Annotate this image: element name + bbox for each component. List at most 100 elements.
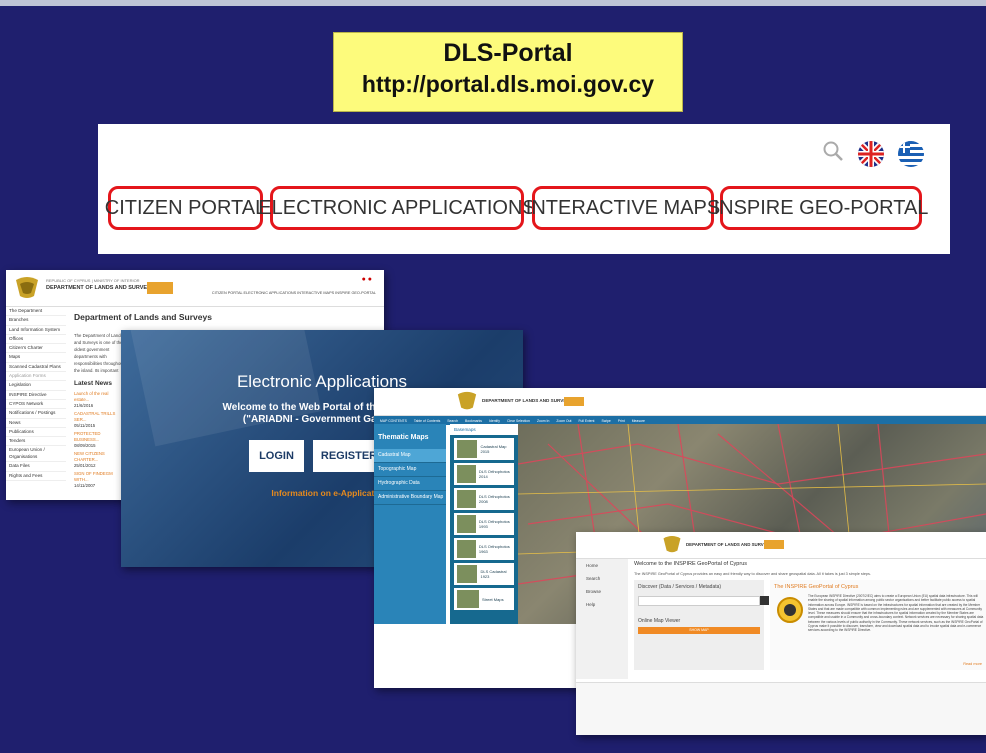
toolbar-item[interactable]: Print xyxy=(618,419,625,423)
sidebar-item[interactable]: CYPOS Network xyxy=(6,400,66,410)
search-icon[interactable] xyxy=(822,140,844,167)
thematic-item[interactable]: Topographic Map xyxy=(374,463,446,477)
news-title[interactable]: SIGN OF FINDEGM WITH... xyxy=(74,471,124,483)
news-list: Launch of the real estate... 21/6/2016 CA… xyxy=(74,391,124,491)
basemap-thumb[interactable]: Street Maps xyxy=(454,588,514,610)
sidebar-item[interactable]: Land Information System xyxy=(6,326,66,335)
sidebar-item[interactable]: Application Forms xyxy=(6,372,66,382)
basemap-title: DLS Cadastral 1923 xyxy=(480,569,507,579)
toolbar-item[interactable]: Measure xyxy=(632,419,645,423)
dls-logo-icon xyxy=(147,282,173,294)
geo-header-name: DEPARTMENT OF LANDS AND SURVEYS xyxy=(686,542,773,547)
basemaps-label: Basemaps xyxy=(450,424,518,435)
basemap-image xyxy=(457,440,478,458)
cyprus-emblem-icon xyxy=(662,535,682,559)
login-button[interactable]: LOGIN xyxy=(249,440,304,472)
toolbar-item[interactable]: Identify xyxy=(489,419,500,423)
toolbar-item[interactable]: MAP CONTENTS xyxy=(380,419,407,423)
basemaps-panel: Basemaps Cadastral Map 2015 DLS Orthopho… xyxy=(450,424,518,624)
discover-search-input[interactable] xyxy=(638,596,769,606)
search-icon[interactable] xyxy=(760,596,769,605)
inspire-description: The European INSPIRE Directive (2007/2/E… xyxy=(808,594,984,633)
sidebar-item[interactable]: Legislation xyxy=(6,381,66,391)
toolbar-item[interactable]: Bookmarks xyxy=(465,419,482,423)
basemap-title: Street Maps xyxy=(482,596,504,602)
inspire-geoportal-screenshot: DEPARTMENT OF LANDS AND SURVEYS Home Sea… xyxy=(576,532,986,735)
basemap-thumb[interactable]: DLS Orthophotos 2008 xyxy=(454,488,514,510)
sidebar-item[interactable]: Notifications / Postings xyxy=(6,409,66,419)
sidebar-item[interactable]: Scanned Cadastral Plans xyxy=(6,363,66,373)
toolbar-item[interactable]: Zoom In xyxy=(537,419,549,423)
geo-intro: The INSPIRE GeoPortal of Cyprus provides… xyxy=(634,572,872,576)
basemap-thumb[interactable]: DLS Orthophotos 1993 xyxy=(454,513,514,535)
geo-discover-panel: Discover (Data / Services / Metadata) On… xyxy=(634,580,769,670)
geo-welcome: Welcome to the INSPIRE GeoPortal of Cypr… xyxy=(634,561,747,567)
dls-logo-icon xyxy=(564,397,584,406)
nav-interactive-maps[interactable]: INTERACTIVE MAPS xyxy=(526,186,720,230)
discover-label: Discover (Data / Services / Metadata) xyxy=(638,584,722,590)
sidebar-item[interactable]: INSPIRE Directive xyxy=(6,391,66,400)
inspire-title: The INSPIRE GeoPortal of Cyprus xyxy=(774,584,859,590)
header-topnav[interactable]: CITIZEN PORTAL ELECTRONIC APPLICATIONS I… xyxy=(212,291,376,295)
news-title[interactable]: PROTECTED BUSINESS... xyxy=(74,431,124,443)
basemap-image xyxy=(457,590,479,608)
geo-sidenav: Home Search Browse Help xyxy=(576,559,628,679)
show-map-button[interactable]: SHOW MAP xyxy=(638,627,760,634)
nav-tools xyxy=(822,140,924,167)
sidebar-item[interactable]: Tenders xyxy=(6,437,66,447)
maps-header-name: DEPARTMENT OF LANDS AND SURVEYS xyxy=(482,398,573,403)
basemap-thumb[interactable]: DLS Orthophotos 2014 xyxy=(454,463,514,485)
thematic-item[interactable]: Administrative Boundary Map xyxy=(374,491,446,505)
basemap-thumb[interactable]: Cadastral Map 2015 xyxy=(454,438,514,460)
nav-inspire-geo-portal[interactable]: INSPIRE GEO-PORTAL xyxy=(714,186,928,230)
geo-nav-help[interactable]: Help xyxy=(576,598,628,611)
sidebar-item[interactable]: Data Files xyxy=(6,462,66,472)
sidebar-item[interactable]: The Department xyxy=(6,307,66,317)
nav-label: CITIZEN PORTAL xyxy=(104,196,267,219)
sidebar-item[interactable]: Rights and Fees xyxy=(6,472,66,482)
inspire-logo-icon xyxy=(776,596,804,629)
flags-icon[interactable]: ● ● xyxy=(362,276,372,283)
map-viewer-label: Online Map Viewer xyxy=(638,618,681,624)
portal-url: http://portal.dls.moi.gov.cy xyxy=(361,71,655,97)
sidebar-item[interactable]: European Union / Organisations xyxy=(6,446,66,463)
geo-nav-home[interactable]: Home xyxy=(576,559,628,572)
news-date: 05/11/2015 xyxy=(74,423,96,428)
main-heading: Department of Lands and Surveys xyxy=(74,312,212,322)
basemap-image xyxy=(457,540,476,558)
sidebar-item[interactable]: News xyxy=(6,419,66,428)
news-title[interactable]: NEW CITIZENS CHARTER... xyxy=(74,451,124,463)
toolbar-item[interactable]: Swipe xyxy=(601,419,610,423)
sidebar-item[interactable]: Citizen's Charter xyxy=(6,344,66,354)
sidebar-item[interactable]: Branches xyxy=(6,316,66,326)
nav-label: ELECTRONIC APPLICATIONS xyxy=(258,196,536,219)
basemap-image xyxy=(457,465,476,483)
geo-nav-search[interactable]: Search xyxy=(576,572,628,585)
thematic-item[interactable]: Hydrographic Data xyxy=(374,477,446,491)
basemap-thumb[interactable]: DLS Orthophotos 1963 xyxy=(454,538,514,560)
maps-header: DEPARTMENT OF LANDS AND SURVEYS xyxy=(374,388,986,416)
news-title[interactable]: Launch of the real estate... xyxy=(74,391,124,403)
nav-electronic-applications[interactable]: ELECTRONIC APPLICATIONS xyxy=(258,186,536,230)
toolbar-item[interactable]: Full Extent xyxy=(578,419,594,423)
sidebar-item[interactable]: Maps xyxy=(6,353,66,363)
toolbar-item[interactable]: Clear Selection xyxy=(507,419,530,423)
news-title[interactable]: CADASTRAL TRILLS SER... xyxy=(74,411,124,423)
sidebar-item[interactable]: Publications xyxy=(6,428,66,438)
thematic-item[interactable]: Cadastral Map xyxy=(374,449,446,463)
news-date: 08/09/2015 xyxy=(74,443,96,448)
read-more-link[interactable]: Read more xyxy=(963,662,982,666)
nav-citizen-portal[interactable]: CITIZEN PORTAL xyxy=(105,186,266,230)
cyprus-emblem-icon xyxy=(14,276,40,305)
title-box: DLS-Portal http://portal.dls.moi.gov.cy xyxy=(333,32,683,112)
toolbar-item[interactable]: Table of Contents xyxy=(414,419,440,423)
toolbar-item[interactable]: Zoom Out xyxy=(556,419,571,423)
uk-flag-icon[interactable] xyxy=(858,140,884,167)
toolbar-item[interactable]: Search xyxy=(447,419,458,423)
sidebar-item[interactable]: Offices xyxy=(6,335,66,345)
portal-nav-strip: CITIZEN PORTAL ELECTRONIC APPLICATIONS I… xyxy=(98,124,950,254)
basemap-thumb[interactable]: DLS Cadastral 1923 xyxy=(454,563,514,585)
geo-nav-browse[interactable]: Browse xyxy=(576,585,628,598)
greek-flag-icon[interactable] xyxy=(898,140,924,167)
news-date: 25/01/2012 xyxy=(74,463,96,468)
